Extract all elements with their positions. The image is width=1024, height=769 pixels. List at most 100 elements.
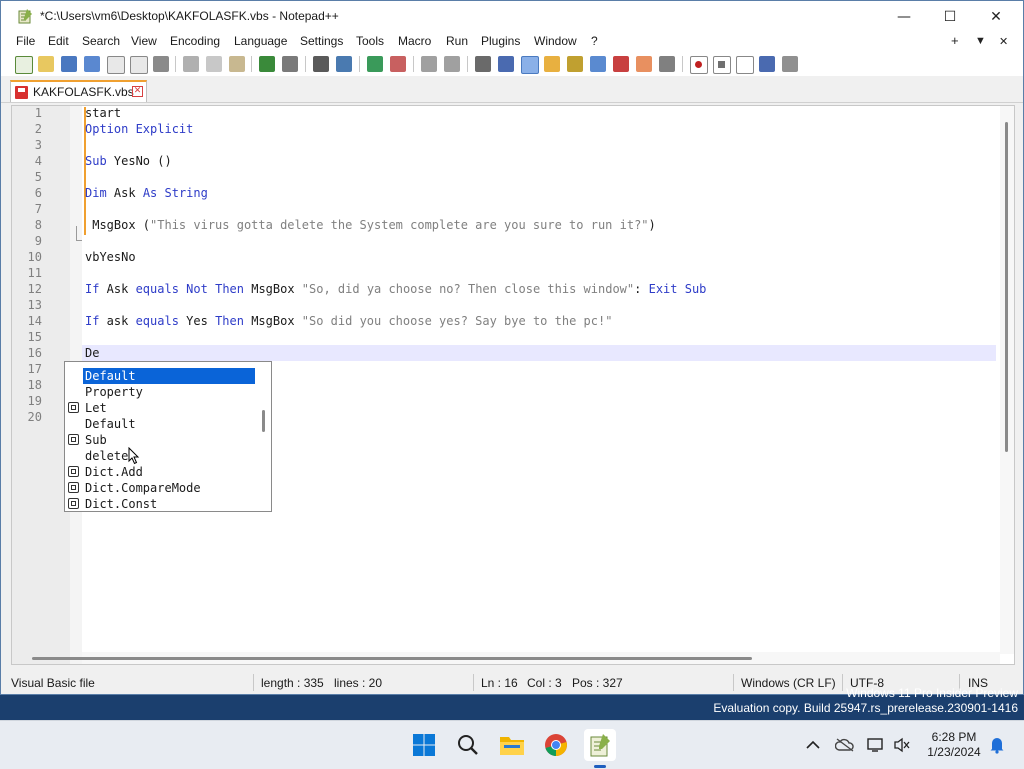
menu-encoding[interactable]: Encoding <box>170 34 220 48</box>
close-all-icon[interactable] <box>130 56 148 74</box>
notification-bell-icon[interactable] <box>987 735 1007 755</box>
autocomplete-list[interactable]: Default Property Let Default Sub delete Dict.A… <box>64 361 272 512</box>
redo-icon[interactable] <box>282 56 298 72</box>
paste-icon[interactable] <box>229 56 245 72</box>
code-line[interactable]: Dim Ask As String <box>85 186 208 200</box>
indent-guide-icon[interactable] <box>521 56 539 74</box>
autocomplete-item[interactable]: Property <box>83 384 255 400</box>
save-icon[interactable] <box>61 56 77 72</box>
file-explorer-button[interactable] <box>496 729 528 761</box>
notepadpp-taskbar-button[interactable] <box>584 729 616 761</box>
system-clock[interactable]: 6:28 PM 1/23/2024 <box>914 730 994 760</box>
doc-map-icon[interactable] <box>567 56 583 72</box>
play-macro-icon[interactable] <box>736 56 754 74</box>
new-file-icon[interactable] <box>15 56 33 74</box>
menu-search[interactable]: Search <box>82 34 120 48</box>
windows-logo-icon <box>413 734 435 756</box>
menu-run[interactable]: Run <box>446 34 468 48</box>
watermark-line1: Windows 11 Pro Insider Preview <box>846 686 1018 700</box>
autocomplete-scroll-thumb[interactable] <box>262 410 265 432</box>
menu-view[interactable]: View <box>131 34 157 48</box>
print-icon[interactable] <box>153 56 169 72</box>
line-number: 19 <box>27 394 42 408</box>
save-all-icon[interactable] <box>84 56 100 72</box>
save-macro-icon[interactable] <box>782 56 798 72</box>
undo-icon[interactable] <box>259 56 275 72</box>
tab-bar: KAKFOLASFK.vbs ✕ <box>1 78 1023 103</box>
find-icon[interactable] <box>313 56 329 72</box>
close-file-icon[interactable] <box>107 56 125 74</box>
udl-icon[interactable] <box>544 56 560 72</box>
code-token: : <box>634 282 649 296</box>
function-list-icon[interactable] <box>613 56 629 72</box>
menu-window[interactable]: Window <box>534 34 577 48</box>
menu-edit[interactable]: Edit <box>48 34 69 48</box>
string-token: "This virus gotta delete the System comp… <box>150 218 649 232</box>
start-button[interactable] <box>408 729 440 761</box>
network-icon[interactable] <box>866 735 886 755</box>
minimize-button[interactable]: — <box>881 1 927 32</box>
menu-tools[interactable]: Tools <box>356 34 384 48</box>
horizontal-scroll-thumb[interactable] <box>32 657 752 660</box>
monitoring-icon[interactable] <box>659 56 675 72</box>
vertical-scroll-thumb[interactable] <box>1005 122 1008 452</box>
code-line[interactable]: Sub YesNo () <box>85 154 172 168</box>
open-file-icon[interactable] <box>38 56 54 72</box>
autocomplete-item[interactable]: delete <box>83 448 255 464</box>
autocomplete-item[interactable]: Dict.Const <box>83 496 255 511</box>
menu-help[interactable]: ? <box>591 34 598 48</box>
code-line[interactable]: Option Explicit <box>85 122 193 136</box>
autocomplete-item[interactable]: Default <box>83 416 255 432</box>
maximize-button[interactable]: ☐ <box>927 1 973 32</box>
tab-kakfolasfk[interactable]: KAKFOLASFK.vbs ✕ <box>10 80 147 102</box>
doc-list-icon[interactable] <box>590 56 606 72</box>
cut-icon[interactable] <box>183 56 199 72</box>
search-button[interactable] <box>452 729 484 761</box>
toolbar-separator <box>251 56 252 72</box>
autocomplete-item[interactable]: Default <box>83 368 255 384</box>
chevron-up-icon[interactable] <box>803 735 823 755</box>
horizontal-scrollbar[interactable] <box>32 652 1000 664</box>
tab-close-icon[interactable]: ✕ <box>132 86 143 97</box>
replace-icon[interactable] <box>336 56 352 72</box>
code-line[interactable]: If ask equals Yes Then MsgBox "So did yo… <box>85 314 612 328</box>
fold-marker <box>76 240 82 241</box>
keyword-token: If <box>85 314 100 328</box>
autocomplete-item[interactable]: Sub <box>83 432 255 448</box>
sync-horizontal-icon[interactable] <box>444 56 460 72</box>
status-eol[interactable]: Windows (CR LF) <box>741 676 836 690</box>
code-line[interactable]: start <box>85 106 121 120</box>
folder-workspace-icon[interactable] <box>636 56 652 72</box>
show-all-chars-icon[interactable] <box>498 56 514 72</box>
code-line[interactable]: vbYesNo <box>85 250 136 264</box>
run-macro-multiple-icon[interactable] <box>759 56 775 72</box>
menu-settings[interactable]: Settings <box>300 34 343 48</box>
autocomplete-item[interactable]: Let <box>83 400 255 416</box>
word-wrap-icon[interactable] <box>475 56 491 72</box>
line-number: 2 <box>34 122 42 136</box>
code-line[interactable]: De <box>85 346 99 360</box>
menu-file[interactable]: File <box>16 34 35 48</box>
tab-list-button[interactable]: ▼ <box>975 35 986 47</box>
code-line[interactable]: If Ask equals Not Then MsgBox "So, did y… <box>85 282 706 296</box>
close-button[interactable]: ✕ <box>973 1 1019 32</box>
vertical-scrollbar[interactable] <box>1000 106 1014 654</box>
volume-muted-icon[interactable] <box>892 735 912 755</box>
stop-macro-icon[interactable] <box>713 56 731 74</box>
onedrive-icon[interactable] <box>835 735 855 755</box>
menu-language[interactable]: Language <box>234 34 287 48</box>
autocomplete-item[interactable]: Dict.Add <box>83 464 255 480</box>
copy-icon[interactable] <box>206 56 222 72</box>
title-bar[interactable]: *C:\Users\vm6\Desktop\KAKFOLASFK.vbs - N… <box>1 1 1023 32</box>
autocomplete-item[interactable]: Dict.CompareMode <box>83 480 255 496</box>
close-tab-button[interactable]: ✕ <box>999 35 1008 48</box>
chrome-button[interactable] <box>540 729 572 761</box>
menu-macro[interactable]: Macro <box>398 34 431 48</box>
menu-plugins[interactable]: Plugins <box>481 34 520 48</box>
sync-vertical-icon[interactable] <box>421 56 437 72</box>
record-macro-icon[interactable] <box>690 56 708 74</box>
zoom-out-icon[interactable] <box>390 56 406 72</box>
zoom-in-icon[interactable] <box>367 56 383 72</box>
new-tab-button[interactable]: + <box>951 33 959 48</box>
code-line[interactable]: MsgBox ("This virus gotta delete the Sys… <box>85 218 656 232</box>
